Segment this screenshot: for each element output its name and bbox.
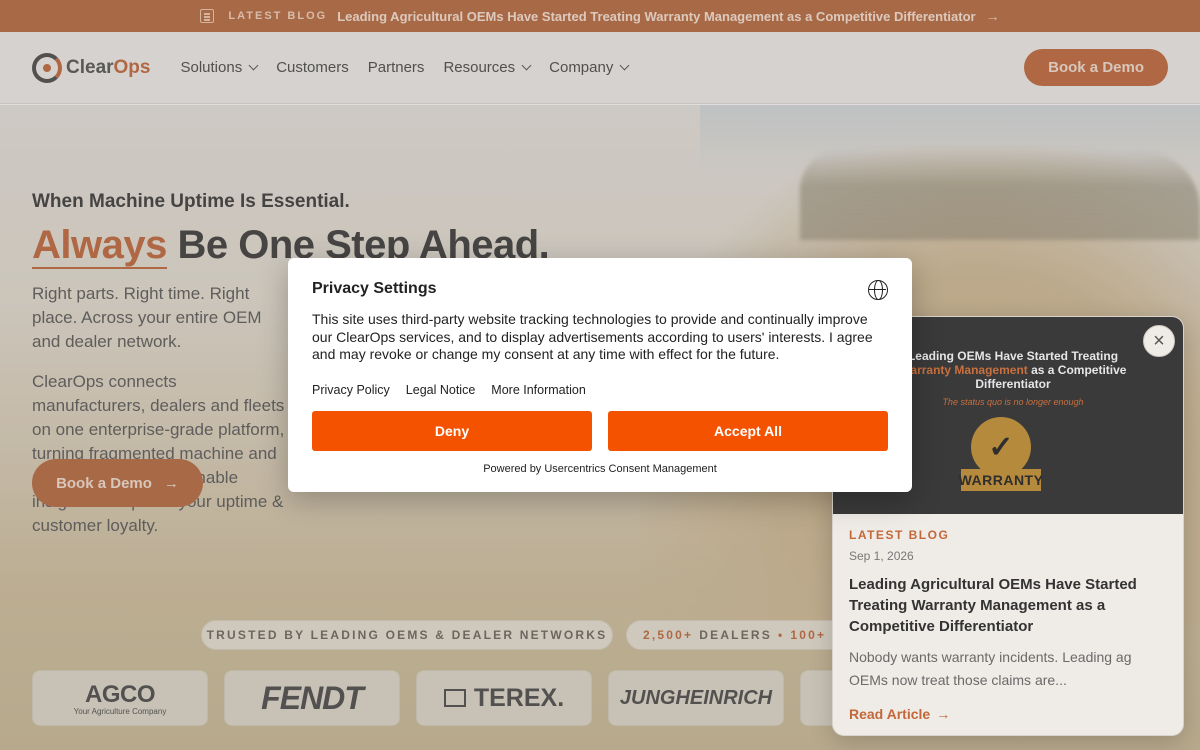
modal-links: Privacy Policy Legal Notice More Informa… bbox=[312, 383, 888, 397]
modal-buttons: Deny Accept All bbox=[312, 410, 888, 451]
thumbnail-subtitle: The status quo is no longer enough bbox=[942, 397, 1084, 407]
blog-card-tag: LATEST BLOG bbox=[849, 528, 950, 542]
legal-notice-link[interactable]: Legal Notice bbox=[406, 383, 476, 397]
globe-icon[interactable] bbox=[868, 280, 888, 300]
blog-card-title[interactable]: Leading Agricultural OEMs Have Started T… bbox=[849, 574, 1167, 637]
blog-card-body: LATEST BLOG Sep 1, 2026 Leading Agricult… bbox=[833, 514, 1183, 735]
privacy-settings-modal: Privacy Settings This site uses third-pa… bbox=[288, 258, 912, 492]
powered-by-text: Powered by Usercentrics Consent Manageme… bbox=[483, 462, 717, 475]
close-button[interactable]: × bbox=[1143, 325, 1175, 357]
deny-button[interactable]: Deny bbox=[312, 410, 592, 451]
read-article-label: Read Article bbox=[849, 706, 931, 722]
read-article-link[interactable]: Read Article → bbox=[849, 706, 1167, 722]
privacy-policy-link[interactable]: Privacy Policy bbox=[312, 383, 390, 397]
warranty-ribbon: WARRANTY bbox=[959, 469, 1043, 491]
thumbnail-title: Leading OEMs Have Started Treating Warra… bbox=[899, 349, 1127, 391]
arrow-right-icon: → bbox=[936, 706, 951, 722]
blog-card-date: Sep 1, 2026 bbox=[849, 549, 914, 563]
blog-card-excerpt: Nobody wants warranty incidents. Leading… bbox=[849, 649, 1132, 688]
modal-text: This site uses third-party website track… bbox=[312, 311, 873, 362]
checkmark-icon: ✓ bbox=[971, 417, 1031, 477]
more-information-link[interactable]: More Information bbox=[491, 383, 585, 397]
warranty-badge-icon: ✓ WARRANTY bbox=[959, 417, 1043, 497]
modal-title: Privacy Settings bbox=[312, 280, 437, 297]
accept-all-button[interactable]: Accept All bbox=[608, 410, 888, 451]
